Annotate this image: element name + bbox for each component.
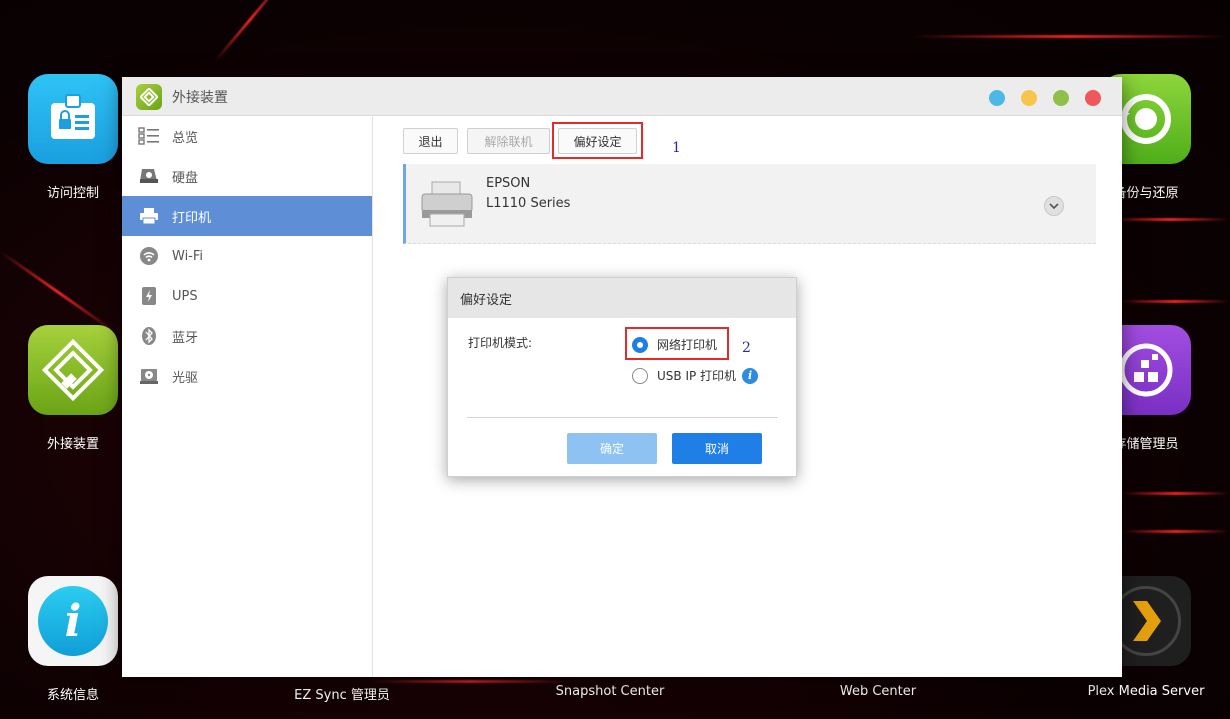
printer-device-row[interactable]: EPSON L1110 Series (403, 164, 1096, 244)
desktop-icon-label: Snapshot Center (555, 684, 665, 699)
sidebar-item-wifi[interactable]: Wi-Fi (122, 236, 372, 276)
sidebar-item-ups[interactable]: UPS (122, 276, 372, 316)
ok-button[interactable]: 确定 (567, 433, 657, 464)
desktop-icon-label: Web Center (839, 684, 917, 699)
external-devices-app-icon (136, 84, 162, 110)
background-streak (1122, 530, 1230, 533)
sidebar-item-overview[interactable]: 总览 (122, 116, 372, 156)
usb-ip-printer-option[interactable]: USB IP 打印机 i (632, 367, 759, 384)
background-streak (0, 250, 116, 334)
bluetooth-icon (138, 325, 160, 347)
sidebar-item-bluetooth[interactable]: 蓝牙 (122, 316, 372, 356)
sidebar-item-label: 光驱 (172, 370, 199, 386)
optical-drive-icon (138, 365, 160, 387)
restore-button[interactable] (1021, 90, 1037, 106)
chevron-down-icon (1049, 203, 1059, 210)
wifi-icon (138, 245, 160, 267)
access-control-icon (28, 74, 118, 164)
dialog-divider (467, 417, 778, 418)
background-streak (1110, 218, 1230, 221)
step-annotation: 2 (742, 340, 751, 356)
usb-ip-printer-radio[interactable] (632, 367, 648, 384)
sidebar-item-label: UPS (172, 288, 198, 304)
external-devices-icon (28, 325, 118, 415)
highlight-box-network-printer (625, 327, 729, 360)
background-streak (1120, 300, 1230, 303)
desktop-icon-label: 系统信息 (46, 688, 99, 703)
background-streak (1122, 492, 1230, 495)
printer-icon (138, 205, 160, 227)
window-title: 外接装置 (172, 90, 228, 106)
background-streak (910, 35, 1230, 38)
expand-button[interactable] (1044, 196, 1064, 216)
printer-device-icon (421, 181, 473, 227)
printer-brand: EPSON (486, 176, 531, 191)
info-icon[interactable]: i (742, 367, 759, 384)
maximize-button[interactable] (1053, 90, 1069, 106)
option-label: USB IP 打印机 (657, 369, 737, 383)
step-annotation: 1 (672, 140, 681, 156)
sidebar-item-label: 总览 (172, 130, 199, 146)
printer-model: L1110 Series (486, 196, 571, 211)
ups-battery-icon (138, 285, 160, 307)
close-button[interactable] (1085, 90, 1101, 106)
printer-mode-label: 打印机模式: (468, 336, 533, 350)
highlight-box-preferences (552, 122, 643, 159)
sidebar-item-label: Wi-Fi (172, 248, 204, 264)
overview-list-icon (138, 125, 160, 147)
sidebar-item-label: 硬盘 (172, 170, 199, 186)
sidebar-item-label: 打印机 (172, 210, 212, 226)
cancel-button[interactable]: 取消 (672, 433, 762, 464)
dialog-title: 偏好设定 (448, 278, 796, 318)
disconnect-button[interactable]: 解除联机 (467, 128, 550, 154)
preferences-dialog: 偏好设定 打印机模式: 网络打印机 2 USB IP 打印机 i 确定 取消 (447, 277, 797, 477)
minimize-button[interactable] (989, 90, 1005, 106)
sidebar: 总览 硬盘 打印机 Wi-Fi UPS 蓝牙 光驱 (122, 116, 373, 677)
exit-button[interactable]: 退出 (403, 128, 458, 154)
sidebar-item-optical-drive[interactable]: 光驱 (122, 356, 372, 396)
desktop-icon-label: EZ Sync 管理员 (294, 688, 390, 703)
system-info-icon: i (28, 576, 118, 666)
sidebar-item-hard-disk[interactable]: 硬盘 (122, 156, 372, 196)
hard-disk-icon (138, 165, 160, 187)
sidebar-item-label: 蓝牙 (172, 330, 199, 346)
sidebar-item-printer[interactable]: 打印机 (122, 196, 372, 236)
background-streak (213, 0, 287, 63)
window-titlebar[interactable]: 外接装置 (122, 77, 1122, 116)
desktop-icon-label: Plex Media Server (1087, 684, 1205, 699)
